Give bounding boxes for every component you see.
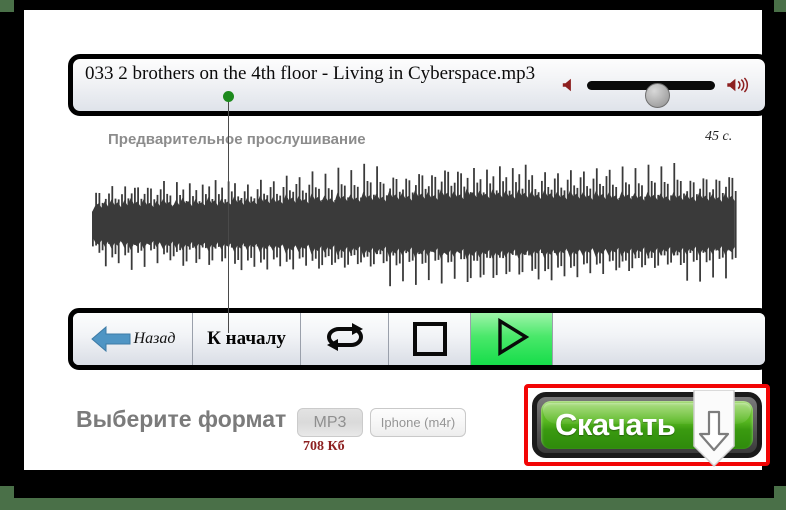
back-button[interactable]: Назад — [73, 313, 193, 365]
download-arrow-icon — [691, 389, 737, 468]
waveform-canvas — [92, 163, 737, 287]
download-highlight-box: Скачать — [524, 384, 770, 468]
preview-label: Предварительное прослушивание — [108, 131, 366, 148]
speaker-high-icon[interactable] — [725, 76, 753, 94]
transport-bar: Назад К началу — [68, 308, 770, 370]
volume-control[interactable] — [555, 71, 755, 108]
speaker-low-icon[interactable] — [561, 76, 579, 94]
stop-square-icon — [412, 322, 447, 356]
volume-slider-knob[interactable] — [645, 83, 670, 108]
format-option-mp3[interactable]: MP3 — [297, 408, 363, 437]
app-root: 033 2 brothers on the 4th floor - Living… — [0, 0, 786, 510]
download-button-label: Скачать — [555, 407, 676, 442]
transport-empty-area — [553, 313, 765, 365]
download-button-frame[interactable]: Скачать — [532, 389, 762, 468]
format-option-mp3-label: MP3 — [313, 413, 347, 431]
play-triangle-icon — [494, 317, 530, 361]
arrow-left-icon — [90, 325, 132, 353]
loop-repeat-icon — [321, 320, 369, 359]
volume-slider-track[interactable] — [587, 81, 715, 108]
to-start-button-label: К началу — [207, 328, 286, 349]
file-size-label: 708 Кб — [303, 439, 345, 454]
track-title: 033 2 brothers on the 4th floor - Living… — [85, 63, 536, 84]
to-start-button[interactable]: К началу — [193, 313, 301, 365]
duration-label: 45 c. — [705, 129, 733, 144]
back-button-label: Назад — [133, 330, 176, 347]
playhead-line — [228, 96, 229, 333]
play-button[interactable] — [471, 313, 553, 365]
audio-waveform[interactable] — [92, 148, 738, 300]
download-button[interactable]: Скачать — [541, 389, 753, 468]
format-option-iphone[interactable]: Iphone (m4r) — [370, 408, 466, 437]
loop-button[interactable] — [301, 313, 389, 365]
format-label: Выберите формат — [76, 406, 287, 432]
player-panel: 033 2 brothers on the 4th floor - Living… — [68, 54, 770, 116]
format-option-iphone-label: Iphone (m4r) — [380, 415, 456, 430]
page-content: 033 2 brothers on the 4th floor - Living… — [24, 10, 770, 470]
stop-button[interactable] — [389, 313, 471, 365]
playhead-marker-dot[interactable] — [223, 91, 234, 102]
